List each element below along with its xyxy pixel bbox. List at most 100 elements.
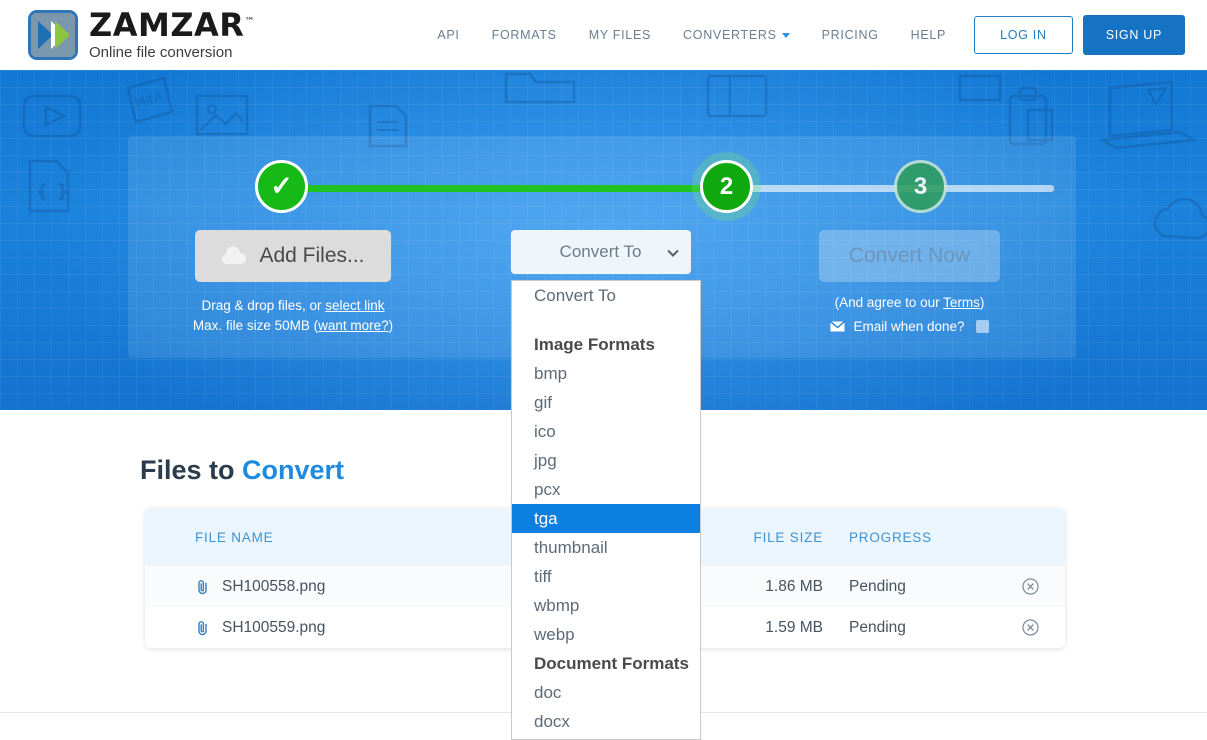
step-2-column: Convert To bbox=[458, 230, 743, 274]
svg-text:M4A: M4A bbox=[133, 90, 165, 112]
logo-icon bbox=[28, 10, 78, 60]
dropdown-spacer bbox=[512, 310, 700, 330]
file-name-text: SH100558.png bbox=[222, 577, 326, 595]
nav-item-my-files[interactable]: MY FILES bbox=[573, 28, 667, 42]
chevron-down-icon bbox=[666, 245, 679, 257]
dropdown-option-tiff[interactable]: tiff bbox=[512, 562, 700, 591]
files-title-plain: Files to bbox=[140, 455, 243, 485]
dropdown-option-wbmp[interactable]: wbmp bbox=[512, 591, 700, 620]
want-more-link[interactable]: want more? bbox=[318, 318, 389, 333]
nav-item-converters[interactable]: CONVERTERS bbox=[667, 28, 806, 42]
select-link[interactable]: select link bbox=[325, 298, 384, 313]
doodle-box-icon bbox=[958, 74, 1002, 102]
terms-link[interactable]: Terms bbox=[943, 295, 980, 310]
dropdown-option-ico[interactable]: ico bbox=[512, 417, 700, 446]
column-header-file-size: FILE SIZE bbox=[753, 529, 823, 545]
step-indicator-3[interactable]: 3 bbox=[894, 160, 947, 213]
doodle-music-file-icon: M4A bbox=[126, 76, 174, 124]
convert-now-button[interactable]: Convert Now bbox=[818, 230, 1001, 282]
nav-item-help[interactable]: HELP bbox=[895, 28, 962, 42]
drag-drop-text: Drag & drop files, or bbox=[201, 298, 326, 313]
email-when-done-checkbox[interactable] bbox=[975, 320, 989, 333]
upload-hint: Drag & drop files, or select link Max. f… bbox=[128, 296, 458, 335]
svg-text:{ }: { } bbox=[37, 182, 68, 202]
convert-to-select[interactable]: Convert To bbox=[510, 230, 691, 274]
nav-item-formats[interactable]: FORMATS bbox=[476, 28, 573, 42]
dropdown-option-jpg[interactable]: jpg bbox=[512, 446, 700, 475]
progress-cell: Pending bbox=[849, 618, 906, 636]
dropdown-placeholder-option[interactable]: Convert To bbox=[512, 281, 700, 310]
remove-file-icon[interactable] bbox=[1021, 578, 1039, 595]
step-1-column: Add Files... Drag & drop files, or selec… bbox=[128, 230, 458, 335]
doodle-cloud-icon bbox=[1153, 197, 1207, 240]
nav-label: FORMATS bbox=[491, 28, 557, 42]
nav-label: CONVERTERS bbox=[683, 28, 777, 42]
dropdown-option-webp[interactable]: webp bbox=[512, 620, 700, 649]
paperclip-icon bbox=[198, 620, 207, 635]
progress-stepper: ✓ 2 3 bbox=[128, 160, 1076, 216]
add-files-label: Add Files... bbox=[259, 244, 365, 267]
nav-label: MY FILES bbox=[588, 28, 652, 42]
progress-cell: Pending bbox=[849, 577, 906, 595]
doodle-video-icon bbox=[22, 94, 82, 138]
step-3-label: 3 bbox=[913, 172, 928, 200]
step-connector-1-2 bbox=[286, 185, 726, 192]
terms-suffix: ) bbox=[979, 295, 985, 310]
nav-item-pricing[interactable]: PRICING bbox=[806, 28, 895, 42]
files-title-accent: Convert bbox=[242, 455, 345, 485]
dropdown-option-pdf[interactable]: pdf bbox=[512, 736, 700, 739]
paperclip-icon bbox=[198, 579, 207, 594]
file-size-cell: 1.86 MB bbox=[765, 577, 823, 595]
logo-trademark: ™ bbox=[244, 16, 255, 28]
nav-label: HELP bbox=[910, 28, 947, 42]
dropdown-group-document-formats: Document Formats bbox=[534, 654, 689, 673]
doodle-image-icon bbox=[195, 94, 249, 136]
signup-button[interactable]: SIGN UP bbox=[1082, 15, 1185, 55]
step-indicator-2[interactable]: 2 bbox=[700, 160, 753, 213]
files-to-convert-title: Files to Convert bbox=[140, 455, 344, 486]
cloud-upload-icon bbox=[222, 246, 247, 264]
add-files-button[interactable]: Add Files... bbox=[195, 230, 391, 282]
doodle-code-file-icon: { } bbox=[28, 159, 70, 213]
step-2-label: 2 bbox=[719, 172, 734, 200]
max-size-suffix: ) bbox=[388, 317, 394, 333]
column-header-progress: PROGRESS bbox=[849, 529, 932, 545]
dropdown-option-bmp[interactable]: bmp bbox=[512, 359, 700, 388]
remove-file-icon[interactable] bbox=[1021, 619, 1039, 636]
convert-to-value: Convert To bbox=[559, 242, 642, 261]
logo-subtitle: Online file conversion bbox=[89, 44, 233, 61]
convert-to-dropdown-list[interactable]: Convert To Image Formats bmp gif ico jpg… bbox=[511, 280, 701, 740]
logo[interactable]: ZAMZAR™ Online file conversion bbox=[28, 9, 255, 61]
max-size-text: Max. file size 50MB ( bbox=[192, 317, 319, 333]
email-when-done-label: Email when done? bbox=[853, 319, 965, 334]
dropdown-option-docx[interactable]: docx bbox=[512, 707, 700, 736]
login-button[interactable]: LOG IN bbox=[974, 16, 1073, 54]
dropdown-group-image-formats: Image Formats bbox=[534, 335, 655, 354]
nav-label: PRICING bbox=[821, 28, 879, 42]
step-indicator-1[interactable]: ✓ bbox=[255, 160, 308, 213]
site-header: ZAMZAR™ Online file conversion API FORMA… bbox=[0, 0, 1207, 70]
doodle-folder-icon bbox=[504, 72, 576, 104]
terms-prefix: (And agree to our bbox=[834, 295, 944, 310]
file-size-cell: 1.59 MB bbox=[765, 618, 823, 636]
chevron-down-icon bbox=[781, 33, 790, 39]
dropdown-option-tga[interactable]: tga bbox=[512, 504, 700, 533]
doodle-laptop-icon bbox=[1098, 80, 1198, 150]
envelope-icon bbox=[830, 321, 846, 332]
terms-note: (And agree to our Terms) bbox=[743, 295, 1076, 310]
step-1-label: ✓ bbox=[270, 171, 293, 201]
dropdown-option-thumbnail[interactable]: thumbnail bbox=[512, 533, 700, 562]
dropdown-option-doc[interactable]: doc bbox=[512, 678, 700, 707]
logo-title: ZAMZAR bbox=[89, 6, 245, 44]
email-when-done-row: Email when done? bbox=[743, 319, 1076, 334]
dropdown-option-gif[interactable]: gif bbox=[512, 388, 700, 417]
file-name-text: SH100559.png bbox=[222, 618, 326, 636]
dropdown-option-pcx[interactable]: pcx bbox=[512, 475, 700, 504]
main-nav: API FORMATS MY FILES CONVERTERS PRICING … bbox=[421, 15, 1185, 55]
actions-cell bbox=[995, 578, 1065, 595]
nav-label: API bbox=[437, 28, 460, 42]
step-connector-2-3 bbox=[724, 185, 1054, 192]
nav-item-api[interactable]: API bbox=[421, 28, 475, 42]
step-3-column: Convert Now (And agree to our Terms) Ema… bbox=[743, 230, 1076, 334]
doodle-archive-icon bbox=[706, 74, 768, 118]
